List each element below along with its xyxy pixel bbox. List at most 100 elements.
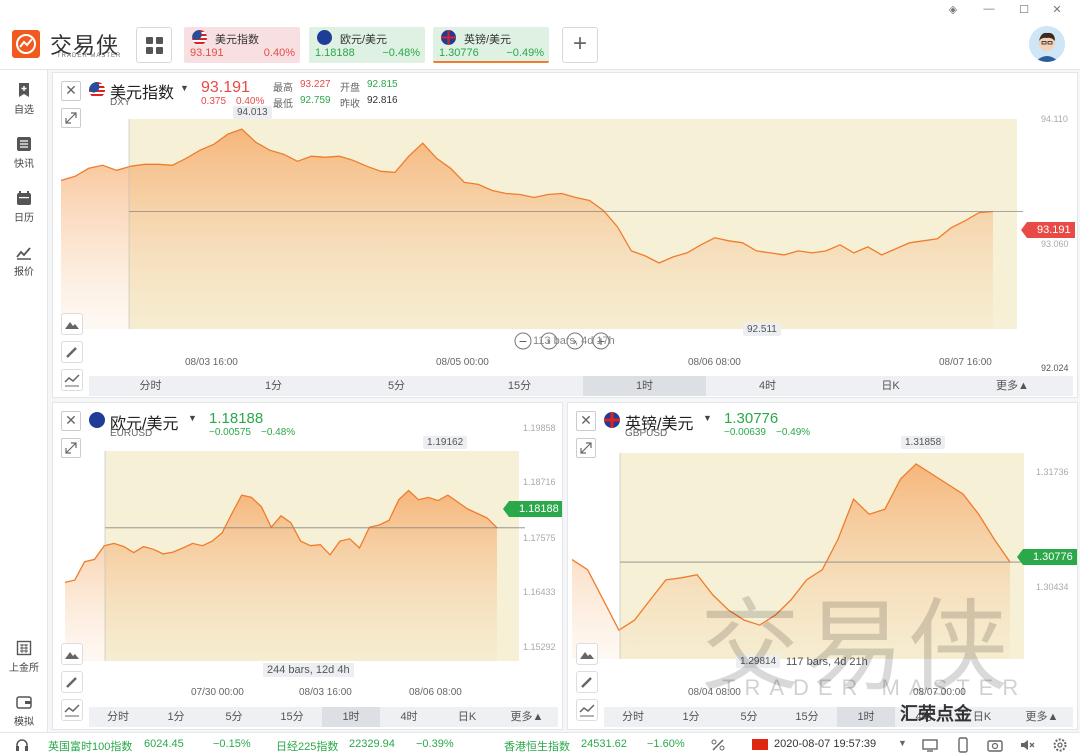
draw-tool[interactable] (61, 671, 83, 693)
y-tick: 1.30434 (1036, 582, 1069, 592)
minimize-icon[interactable]: — (981, 3, 997, 15)
tab-change: −0.48% (382, 47, 420, 59)
sidebar-item-calendar[interactable]: 日历 (0, 190, 48, 224)
timeframe-option[interactable]: 4时 (380, 707, 438, 727)
monitor-icon[interactable] (922, 737, 938, 753)
ticker-ftse-name[interactable]: 英国富时100指数 (48, 738, 132, 754)
uk-flag-icon (441, 30, 456, 45)
sidebar-item-news[interactable]: 快讯 (0, 136, 48, 170)
sidebar-item-label: 自选 (14, 105, 34, 116)
timeframe-option[interactable]: 1分 (212, 376, 335, 396)
indicator-icon (579, 704, 595, 717)
current-price-tag: 93.191 (1021, 222, 1075, 238)
timeframe-option-active[interactable]: 1时 (837, 707, 895, 727)
timeframe-option[interactable]: 日K (829, 376, 952, 396)
zoom-out-button-glyph: − (518, 335, 527, 348)
add-tab-button[interactable]: + (562, 27, 598, 63)
ticker-nikkei-name[interactable]: 日经225指数 (276, 738, 338, 754)
indicator-tool[interactable] (61, 369, 83, 391)
y-tick: 1.19858 (523, 423, 556, 433)
timeframe-option[interactable]: 日K (438, 707, 496, 727)
mute-icon[interactable] (1019, 737, 1035, 753)
chart-panel-dxy: ✕ 美元指数 ▼ DXY 93.191 0.375 0.40% 最高 93.22… (52, 72, 1078, 398)
y-tick: 93.060 (1041, 239, 1069, 249)
network-status-icon[interactable] (710, 737, 726, 753)
timeframe-option[interactable]: 15分 (778, 707, 836, 727)
dxy-chart[interactable]: − ‹ › + (53, 73, 1078, 373)
mountain-icon (65, 322, 79, 329)
user-avatar[interactable] (1029, 26, 1065, 62)
sidebar-item-simulation[interactable]: 模拟 (0, 694, 48, 728)
avatar-icon (1029, 26, 1065, 62)
max-price-callout: 1.31858 (901, 436, 946, 449)
layout-grid-button[interactable] (136, 27, 172, 63)
tab-price: 1.18188 (315, 47, 355, 59)
x-tick: 08/03 16:00 (185, 357, 238, 368)
timeframe-option[interactable]: 15分 (263, 707, 321, 727)
draw-tool[interactable] (61, 341, 83, 363)
x-tick: 08/06 08:00 (688, 357, 741, 368)
sidebar-item-label: 快讯 (14, 159, 34, 170)
timeframe-option-active[interactable]: 1时 (322, 707, 380, 727)
sidebar-item-sge[interactable]: 上金所 (0, 640, 48, 674)
skin-icon[interactable]: ◈ (945, 3, 961, 16)
ticker-hsi-change: −1.60% (647, 738, 685, 750)
timeframe-bar: 分时 1分 5分 15分 1时 4时 日K 更多▲ (604, 707, 1073, 727)
timeframe-bar: 分时 1分 5分 15分 1时 4时 日K 更多▲ (89, 376, 1073, 396)
status-bar: 英国富时100指数 6024.45 −0.15% 日经225指数 22329.9… (0, 732, 1080, 756)
headset-icon[interactable] (14, 737, 30, 753)
wechat-watermark: 汇荣点金 (900, 704, 972, 724)
bookmark-add-icon (19, 83, 29, 97)
current-price-tag: 1.30776 (1017, 549, 1077, 565)
pencil-icon (581, 677, 592, 688)
timeframe-more[interactable]: 更多▲ (1011, 707, 1073, 727)
camera-icon[interactable] (987, 737, 1003, 753)
timeframe-more[interactable]: 更多▲ (496, 707, 558, 727)
tab-price: 1.30776 (439, 47, 479, 59)
us-flag-icon (192, 30, 207, 45)
tab-change: −0.49% (506, 47, 544, 59)
y-tick: 92.024 (1041, 363, 1069, 373)
area-chart-tool[interactable] (576, 643, 598, 665)
settings-gear-icon[interactable] (1052, 737, 1068, 753)
pencil-icon (66, 347, 77, 358)
eurusd-chart[interactable] (53, 403, 563, 703)
draw-tool[interactable] (576, 671, 598, 693)
tab-usd-index[interactable]: 美元指数 93.191 0.40% (184, 27, 300, 63)
timeframe-option[interactable]: 分时 (604, 707, 662, 727)
timeframe-option[interactable]: 15分 (458, 376, 581, 396)
timezone-dropdown-icon[interactable]: ▼ (898, 738, 907, 748)
min-price-callout: 92.511 (743, 323, 781, 336)
timeframe-option[interactable]: 1分 (147, 707, 205, 727)
indicator-tool[interactable] (61, 699, 83, 721)
area-chart-tool[interactable] (61, 643, 83, 665)
ticker-nikkei-change: −0.39% (416, 738, 454, 750)
mobile-icon[interactable] (955, 737, 971, 753)
y-tick: 1.18716 (523, 477, 556, 487)
timeframe-option-active[interactable]: 1时 (583, 376, 706, 396)
timeframe-more[interactable]: 更多▲ (952, 376, 1073, 396)
sidebar-item-quotes[interactable]: 报价 (0, 244, 48, 278)
timeframe-option[interactable]: 5分 (720, 707, 778, 727)
timeframe-option[interactable]: 5分 (335, 376, 458, 396)
timeframe-option[interactable]: 1分 (662, 707, 720, 727)
tab-eurusd[interactable]: 欧元/美元 1.18188 −0.48% (309, 27, 425, 63)
indicator-icon (64, 704, 80, 717)
maximize-icon[interactable]: ☐ (1016, 3, 1032, 16)
close-icon[interactable]: ✕ (1049, 3, 1065, 16)
timeframe-option[interactable]: 4时 (706, 376, 829, 396)
ticker-hsi-value: 24531.62 (581, 738, 627, 750)
app-logo-subtext: TRADER MASTER (57, 53, 122, 59)
y-tick: 1.16433 (523, 587, 556, 597)
tab-gbpusd[interactable]: 英镑/美元 1.30776 −0.49% (433, 27, 549, 63)
max-price-callout: 94.013 (233, 106, 272, 119)
ticker-hsi-name[interactable]: 香港恒生指数 (504, 738, 570, 754)
area-chart-tool[interactable] (61, 313, 83, 335)
timeframe-option[interactable]: 5分 (205, 707, 263, 727)
x-tick: 08/03 16:00 (299, 687, 352, 698)
timeframe-option[interactable]: 分时 (89, 707, 147, 727)
sidebar-item-watchlist[interactable]: 自选 (0, 82, 48, 116)
calendar-icon (17, 191, 31, 205)
indicator-tool[interactable] (576, 699, 598, 721)
timeframe-option[interactable]: 分时 (89, 376, 212, 396)
